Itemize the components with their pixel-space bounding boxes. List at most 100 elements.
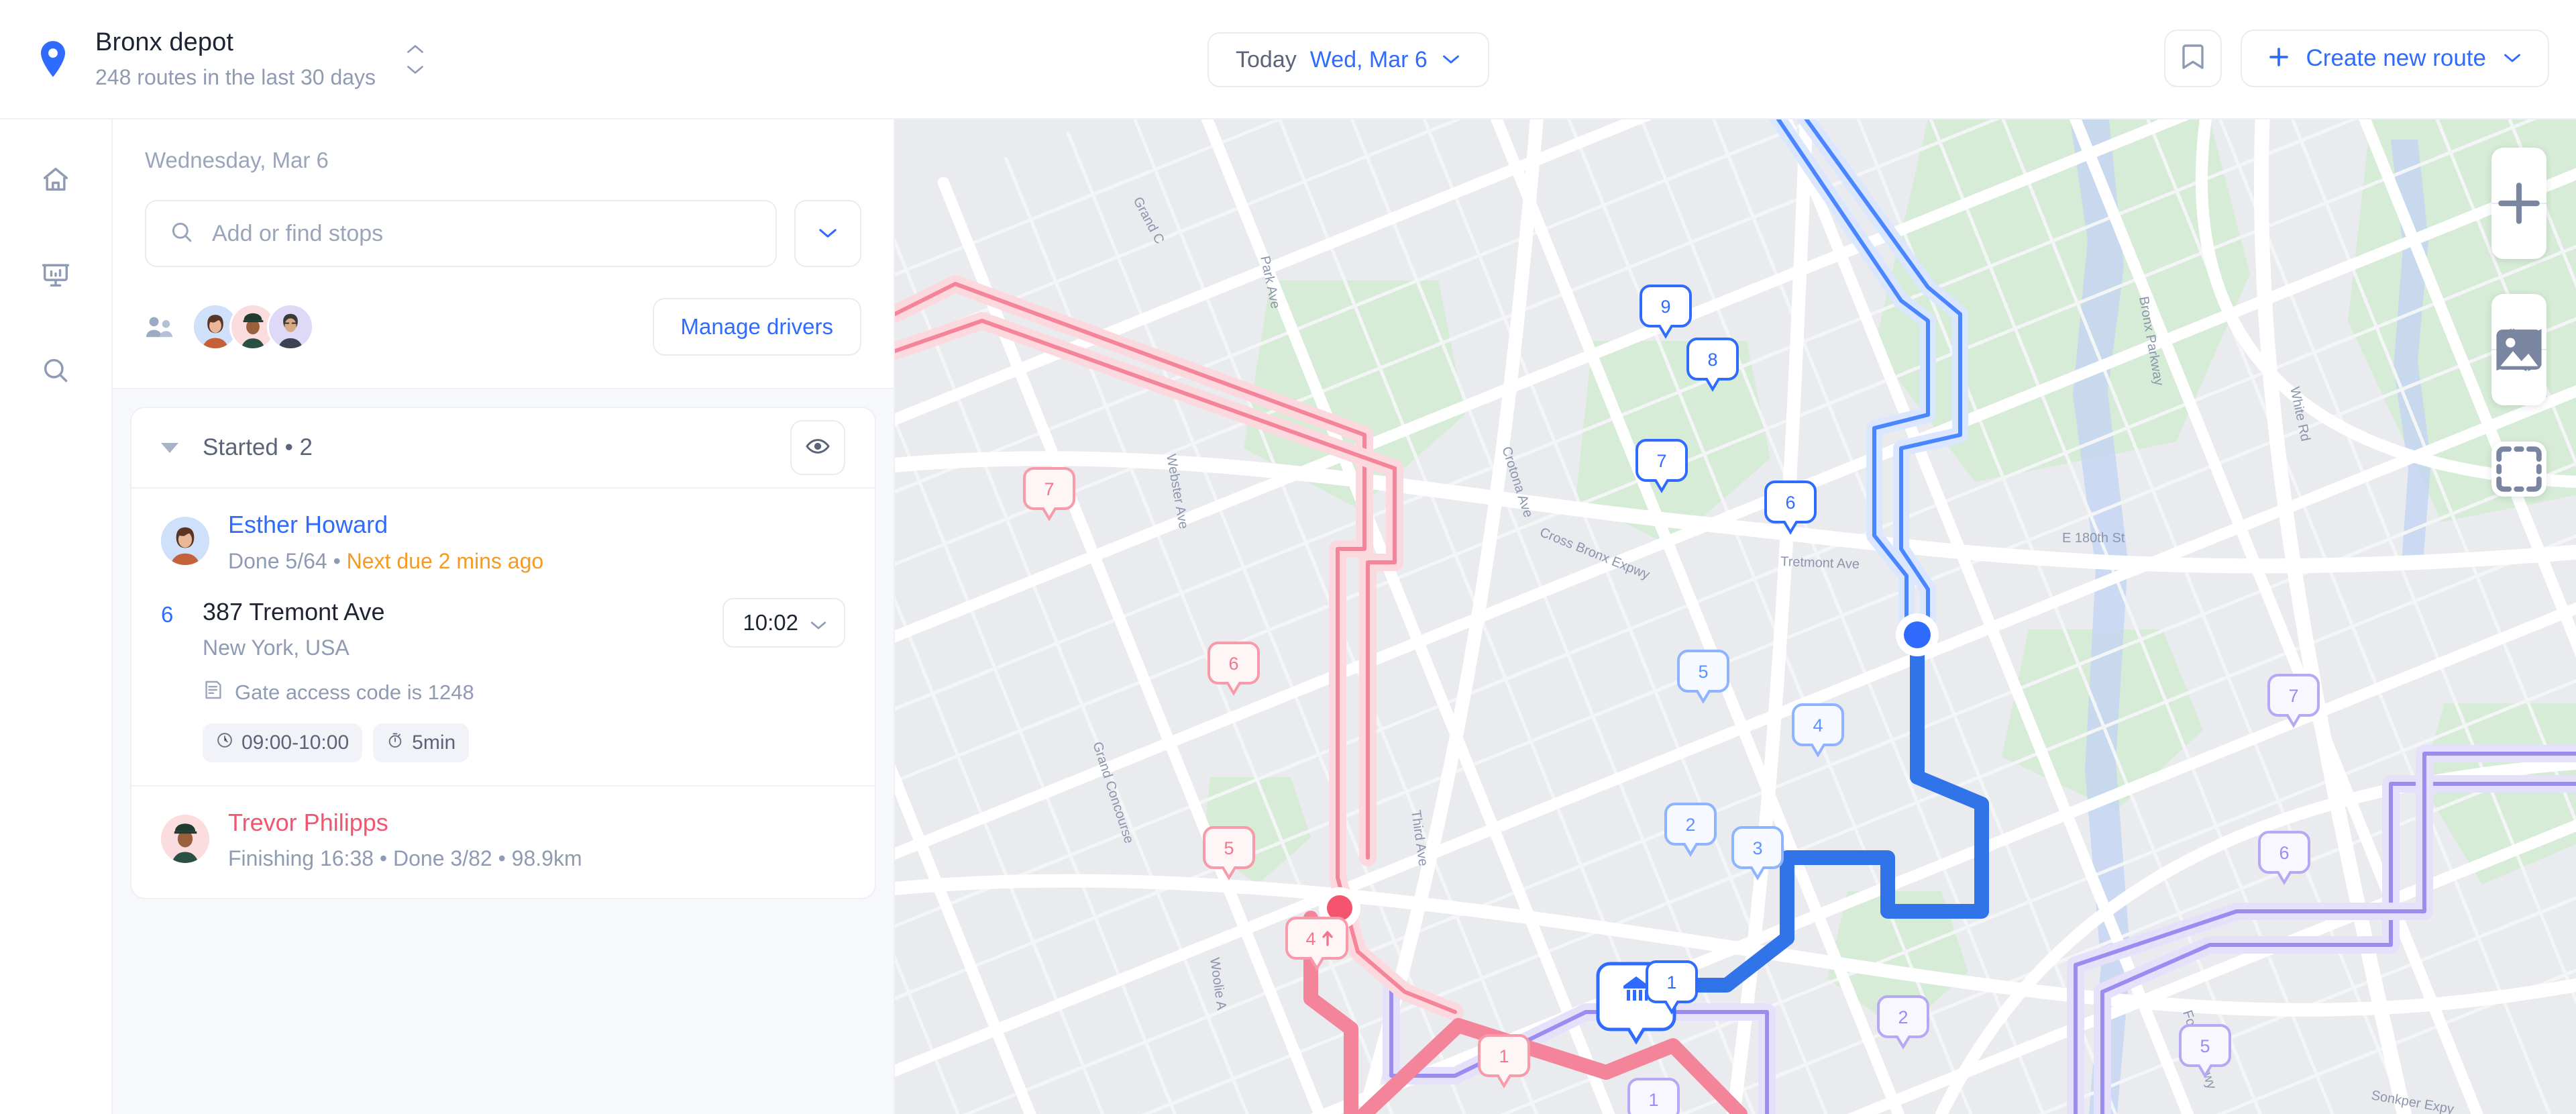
stops-search-box[interactable] [145, 200, 777, 267]
create-new-route-label: Create new route [2306, 45, 2486, 71]
svg-text:6: 6 [2279, 843, 2289, 863]
map-graphics: Grand C Park Ave Webster Ave Crotona Ave… [895, 119, 2576, 1114]
left-rail [0, 119, 113, 1114]
svg-text:1: 1 [1666, 972, 1676, 993]
route-progress-text: Finishing 16:38 • Done 3/82 • 98.9km [228, 846, 582, 871]
time-window-label: 09:00-10:00 [241, 731, 350, 754]
svg-text:7: 7 [1656, 451, 1666, 471]
svg-text:5: 5 [1224, 838, 1234, 858]
route-group-header[interactable]: Started • 2 [131, 408, 875, 487]
stop-chips: 09:00-10:00 5min [203, 723, 722, 785]
route-driver-name[interactable]: Esther Howard [228, 511, 543, 538]
svg-text:2: 2 [1898, 1007, 1908, 1027]
svg-text:6: 6 [1785, 493, 1795, 513]
route-progress-meta: Finishing 16:38 • Done 3/82 • 98.9km [228, 846, 582, 871]
create-new-route-button[interactable]: Create new route [2240, 30, 2549, 87]
bookmark-icon [2181, 42, 2205, 75]
stop-number: 6 [161, 601, 174, 627]
driver-avatars [192, 303, 314, 350]
map-zoom-controls [2491, 148, 2546, 259]
route-row[interactable]: Esther Howard Done 5/64 • Next due 2 min… [131, 487, 875, 785]
route-summary: Esther Howard Done 5/64 • Next due 2 min… [161, 511, 845, 574]
drivers-row: Manage drivers [113, 298, 894, 356]
rail-item-search[interactable] [28, 344, 84, 400]
search-row [113, 200, 894, 267]
location-pin-icon [32, 40, 74, 79]
stop-note-text: Gate access code is 1248 [235, 680, 474, 704]
route-summary: Trevor Philipps Finishing 16:38 • Done 3… [161, 809, 845, 872]
caret-down-icon[interactable] [161, 442, 178, 453]
chevron-down-icon [1441, 52, 1461, 68]
manage-drivers-button[interactable]: Manage drivers [652, 298, 861, 356]
time-window-chip: 09:00-10:00 [203, 723, 363, 762]
stop-item[interactable]: 6 387 Tremont Ave New York, USA Gate acc… [161, 574, 845, 785]
driver-avatar-third[interactable] [267, 303, 314, 350]
bookmark-button[interactable] [2163, 30, 2222, 87]
service-duration-chip: 5min [373, 723, 470, 762]
svg-text:4: 4 [1305, 929, 1316, 949]
route-progress-text: Done 5/64 • [228, 548, 347, 573]
chevron-down-icon [817, 225, 839, 242]
search-icon [169, 219, 195, 248]
stop-city: New York, USA [203, 635, 350, 660]
map-marker[interactable]: 1 [1627, 1078, 1680, 1114]
route-alert-text: Next due 2 mins ago [346, 548, 544, 573]
stop-eta-value: 10:02 [743, 609, 798, 635]
top-bar: Bronx depot 248 routes in the last 30 da… [0, 0, 2576, 119]
svg-text:7: 7 [1044, 479, 1054, 499]
rail-item-analytics[interactable] [28, 248, 84, 305]
date-value: Wed, Mar 6 [1309, 46, 1428, 72]
date-today-label: Today [1236, 46, 1297, 72]
toggle-visibility-button[interactable] [790, 420, 845, 475]
avatar [161, 517, 209, 565]
satellite-button[interactable] [2491, 330, 2546, 405]
page-title: Bronx depot [95, 28, 234, 56]
app-body: Wednesday, Mar 6 Add or find stops Manag… [0, 119, 2576, 1114]
current-position-dot[interactable] [1896, 613, 1939, 656]
depot-switcher-button[interactable] [405, 44, 425, 74]
svg-text:5: 5 [2200, 1036, 2210, 1056]
search-input[interactable] [212, 220, 753, 247]
route-progress-meta: Done 5/64 • Next due 2 mins ago [228, 549, 543, 574]
zoom-out-button[interactable] [2491, 200, 2546, 259]
route-group-started: Started • 2 Esther Howard Done 5/64 • Ne… [130, 407, 876, 900]
service-duration-label: 5min [412, 731, 456, 754]
chevron-down-icon [809, 610, 828, 636]
presentation-chart-icon [40, 260, 71, 294]
chevron-down-icon [2502, 51, 2522, 66]
stop-eta-button[interactable]: 10:02 [722, 597, 845, 648]
eye-icon [804, 433, 831, 463]
svg-text:2: 2 [1685, 815, 1695, 835]
svg-text:9: 9 [1660, 297, 1670, 317]
routes-list[interactable]: Started • 2 Esther Howard Done 5/64 • Ne… [113, 389, 894, 1114]
clock-icon [216, 731, 233, 754]
depot-info: Bronx depot 248 routes in the last 30 da… [95, 28, 376, 90]
route-group-title: Started • 2 [203, 434, 313, 460]
select-area-button[interactable] [2491, 442, 2546, 497]
search-filter-toggle[interactable] [794, 200, 861, 267]
svg-text:1: 1 [1648, 1090, 1658, 1110]
street-label: Tretmont Ave [1780, 554, 1860, 572]
svg-text:4: 4 [1813, 715, 1823, 736]
svg-text:6: 6 [1228, 654, 1238, 674]
manage-drivers-label: Manage drivers [680, 314, 833, 339]
routes-panel: Wednesday, Mar 6 Add or find stops Manag… [113, 119, 895, 1114]
top-bar-actions: Create new route [2163, 30, 2549, 87]
route-planner-app: Bronx depot 248 routes in the last 30 da… [0, 0, 2576, 1114]
svg-text:5: 5 [1698, 662, 1708, 682]
route-driver-name[interactable]: Trevor Philipps [228, 809, 582, 836]
map-canvas[interactable]: Grand C Park Ave Webster Ave Crotona Ave… [895, 119, 2576, 1114]
home-icon [40, 164, 71, 199]
date-selector[interactable]: Today Wed, Mar 6 [1208, 32, 1489, 87]
svg-text:1: 1 [1499, 1046, 1509, 1066]
rail-item-home[interactable] [28, 153, 84, 209]
svg-text:7: 7 [2288, 686, 2298, 706]
people-icon [145, 315, 174, 339]
stop-address: 387 Tremont Ave [203, 597, 385, 625]
street-label: E 180th St [2062, 531, 2125, 546]
depot-subtitle: 248 routes in the last 30 days [95, 65, 376, 89]
note-icon [203, 679, 224, 706]
route-row[interactable]: Trevor Philipps Finishing 16:38 • Done 3… [131, 784, 875, 899]
plus-icon [2267, 46, 2290, 72]
map-style-controls [2491, 294, 2546, 405]
